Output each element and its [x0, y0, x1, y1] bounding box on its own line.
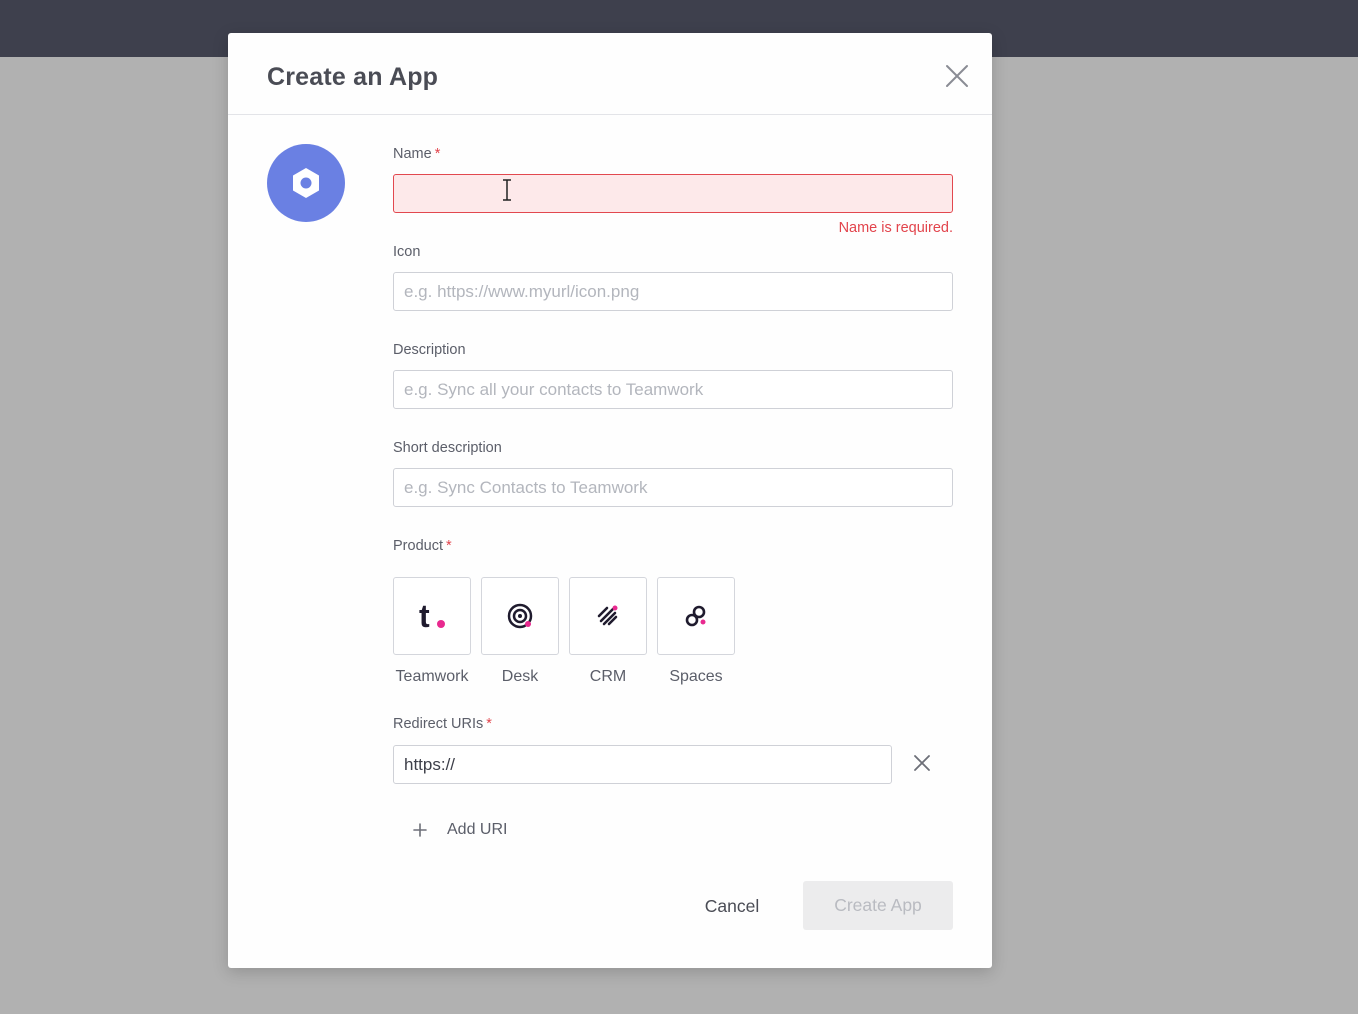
add-uri-button[interactable]: Add URI [412, 821, 507, 839]
remove-uri-icon[interactable] [911, 752, 933, 774]
modal-title: Create an App [267, 63, 439, 91]
description-label: Description [393, 342, 466, 358]
redirect-uris-label: Redirect URIs * [393, 716, 492, 732]
close-icon[interactable] [942, 61, 972, 91]
name-input[interactable] [393, 174, 953, 213]
hexagon-icon [293, 168, 319, 198]
svg-text:t: t [419, 599, 430, 633]
product-option-desk[interactable]: Desk [481, 577, 559, 686]
product-option-spaces[interactable]: Spaces [657, 577, 735, 686]
description-input[interactable] [393, 370, 953, 409]
product-options: t Teamwork Desk CRM Spaces [393, 577, 735, 686]
plus-icon [413, 823, 427, 837]
product-label: Product * [393, 538, 452, 554]
modal-header: Create an App [228, 33, 992, 115]
teamwork-icon: t [419, 599, 445, 633]
text-cursor-icon [501, 178, 513, 207]
name-error: Name is required. [838, 220, 953, 236]
icon-input[interactable] [393, 272, 953, 311]
app-avatar [267, 144, 345, 222]
crm-icon [597, 605, 618, 626]
short-description-input[interactable] [393, 468, 953, 507]
icon-label: Icon [393, 244, 421, 260]
name-label: Name * [393, 146, 441, 162]
create-app-modal: Create an App Name * Name is required. Ic… [228, 33, 992, 968]
short-description-label: Short description [393, 440, 502, 456]
desk-icon [507, 603, 533, 629]
spaces-icon [685, 605, 706, 627]
redirect-uri-input[interactable] [393, 745, 892, 784]
product-option-teamwork[interactable]: t Teamwork [393, 577, 471, 686]
create-app-button[interactable]: Create App [803, 881, 953, 930]
cancel-button[interactable]: Cancel [688, 883, 776, 929]
product-option-crm[interactable]: CRM [569, 577, 647, 686]
